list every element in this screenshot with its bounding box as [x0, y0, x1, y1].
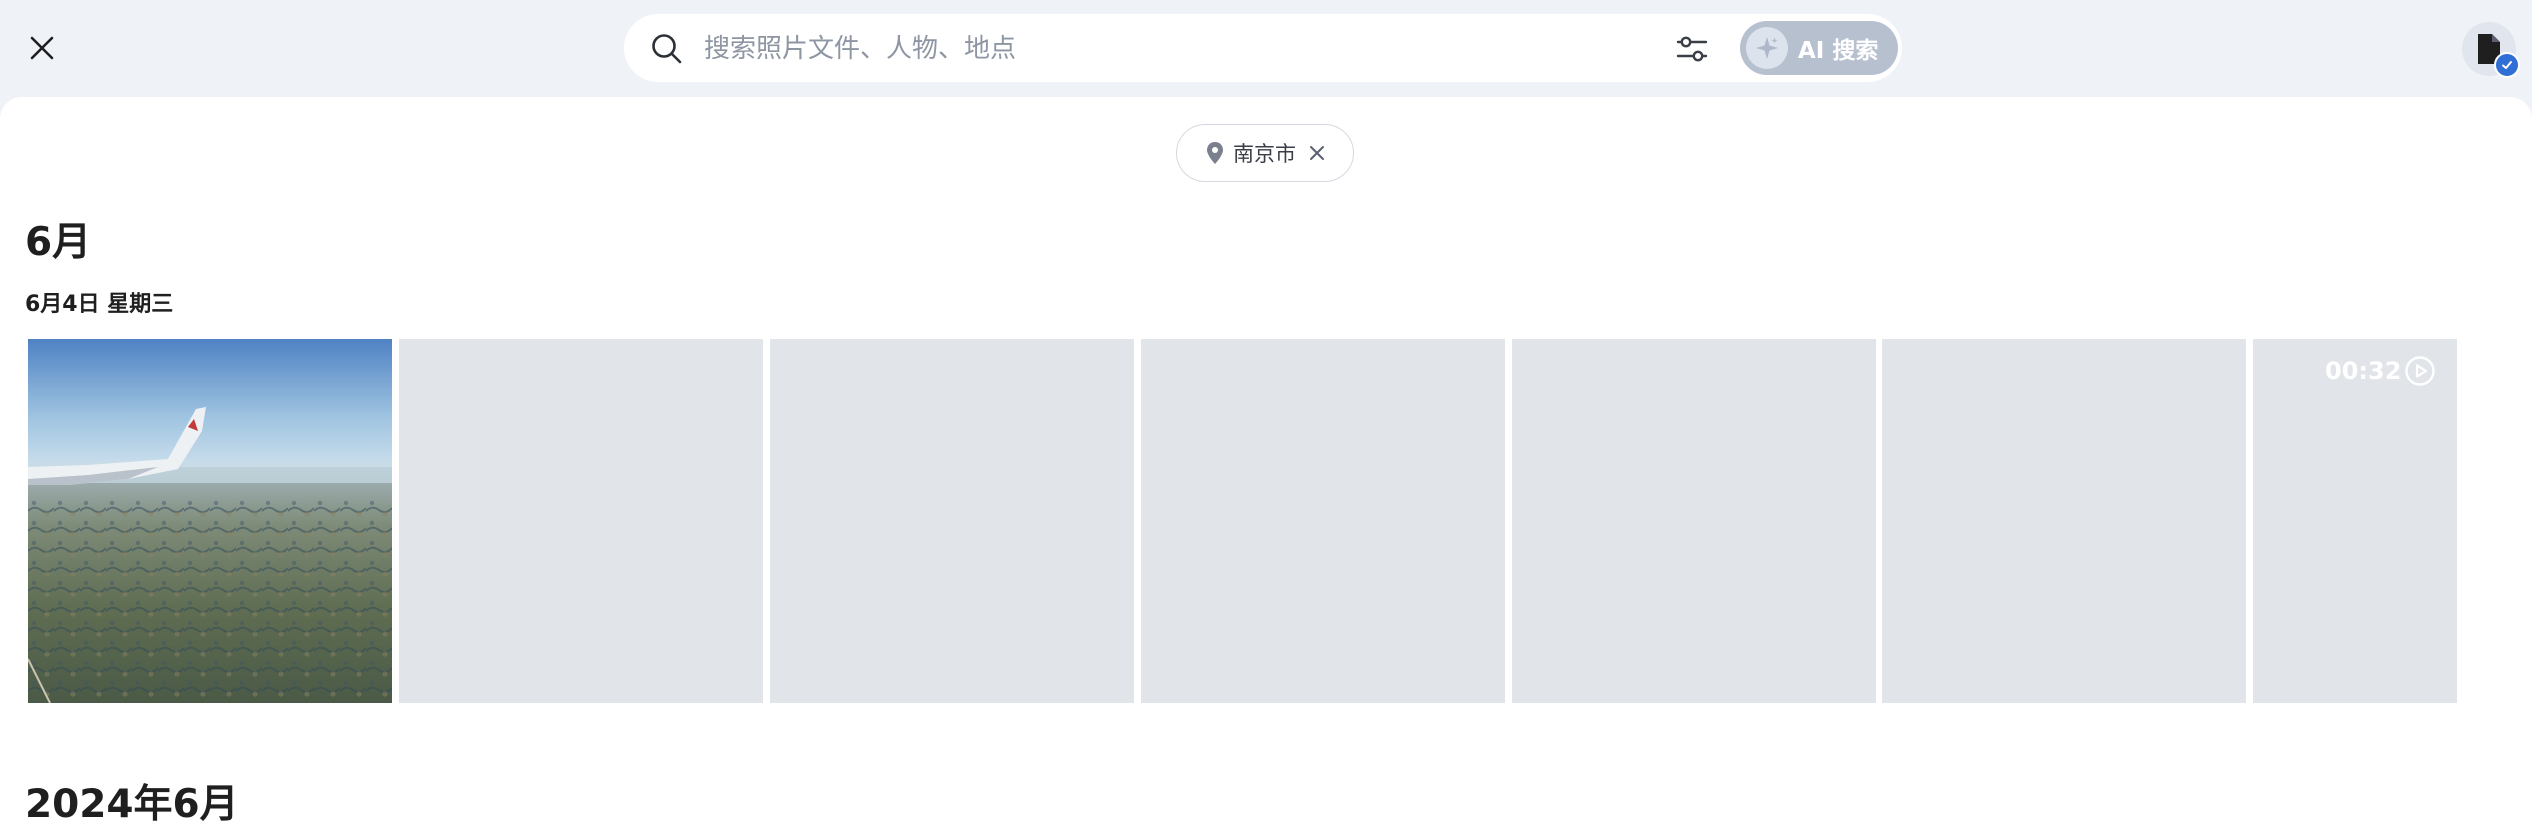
- ai-sparkle-icon: [1746, 27, 1788, 69]
- photo-thumbnail[interactable]: [1882, 339, 2246, 703]
- location-filter-chip[interactable]: 南京市: [1176, 124, 1354, 182]
- location-filter-label: 南京市: [1233, 142, 1296, 166]
- search-icon: [652, 34, 682, 64]
- photo-thumbnail[interactable]: [770, 339, 1134, 703]
- filter-settings-icon[interactable]: [1674, 32, 1710, 66]
- location-pin-icon: [1207, 142, 1223, 164]
- play-icon: [2405, 356, 2435, 386]
- airplane-wing-photo: [28, 339, 392, 703]
- photo-thumbnail[interactable]: [28, 339, 392, 703]
- verified-badge-icon: [2494, 52, 2520, 78]
- remove-filter-button[interactable]: [1306, 142, 1328, 164]
- month-heading: 2024年6月: [25, 782, 239, 822]
- day-heading: 6月4日 星期三: [25, 292, 174, 317]
- month-heading: 6月: [25, 220, 92, 265]
- search-input[interactable]: [702, 24, 1566, 74]
- ai-search-button[interactable]: AI 搜索: [1740, 21, 1898, 75]
- photo-results-panel: 南京市 6月 6月4日 星期三 00:32 2024年6月: [0, 97, 2532, 822]
- photo-thumbnail[interactable]: [399, 339, 763, 703]
- photo-thumbnail[interactable]: [1512, 339, 1876, 703]
- close-button[interactable]: [20, 26, 64, 70]
- video-duration: 00:32: [2325, 357, 2402, 385]
- video-thumbnail[interactable]: [2253, 339, 2457, 703]
- search-box: AI 搜索: [624, 14, 1902, 82]
- close-icon: [30, 36, 54, 60]
- close-icon: [1310, 146, 1324, 160]
- photo-thumbnail[interactable]: [1141, 339, 1505, 703]
- top-bar: AI 搜索: [0, 0, 2532, 97]
- ai-search-label: AI 搜索: [1798, 38, 1879, 64]
- avatar[interactable]: [2462, 22, 2520, 78]
